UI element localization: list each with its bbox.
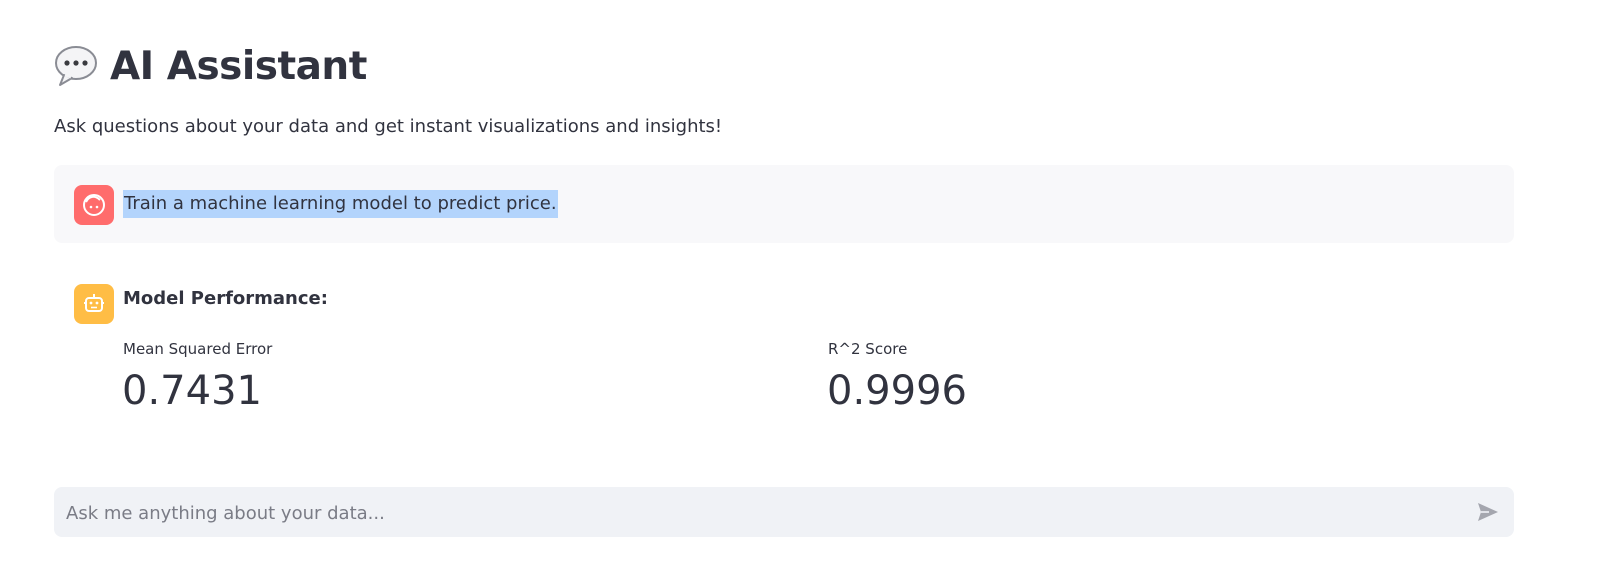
page-title: AI Assistant — [54, 38, 367, 94]
page-title-text: AI Assistant — [110, 43, 367, 89]
metric-value-r2: 0.9996 — [827, 368, 967, 414]
send-button[interactable] — [1474, 498, 1502, 526]
user-message-text: Train a machine learning model to predic… — [123, 190, 558, 218]
user-avatar — [74, 185, 114, 225]
metric-label-mse: Mean Squared Error — [123, 340, 273, 358]
assistant-avatar — [74, 284, 114, 324]
metric-label-r2: R^2 Score — [828, 340, 908, 358]
app-page: AI Assistant Ask questions about your da… — [0, 0, 1600, 571]
chat-input[interactable] — [64, 487, 1448, 539]
user-face-icon — [83, 194, 105, 216]
user-chat-message: Train a machine learning model to predic… — [54, 165, 1514, 243]
send-arrow-icon — [1478, 503, 1498, 521]
chat-input-container — [54, 487, 1514, 539]
page-subtitle: Ask questions about your data and get in… — [54, 116, 723, 137]
robot-icon — [84, 294, 104, 312]
model-performance-heading: Model Performance: — [123, 288, 328, 309]
speech-bubble-icon — [54, 44, 100, 88]
metric-value-mse: 0.7431 — [122, 368, 262, 414]
